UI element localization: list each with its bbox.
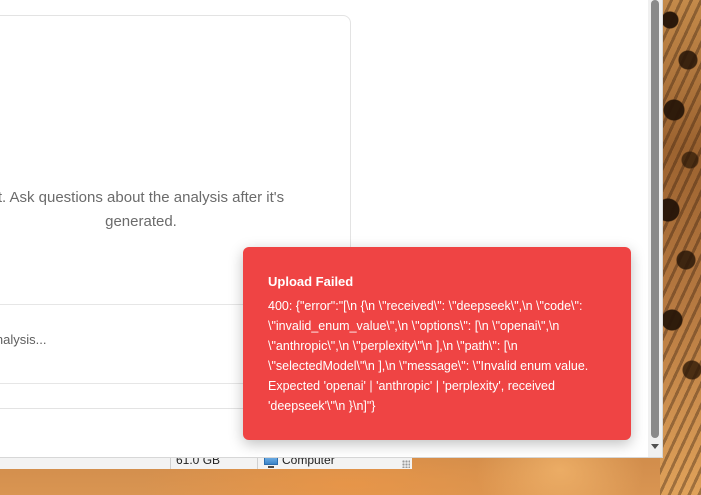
wallpaper-tree bbox=[660, 0, 701, 495]
resize-grip-icon[interactable] bbox=[402, 460, 410, 468]
error-toast[interactable]: Upload Failed 400: {"error":"[\n {\n \"r… bbox=[243, 247, 631, 440]
toast-message: 400: {"error":"[\n {\n \"received\": \"d… bbox=[268, 299, 589, 413]
chat-empty-message: t. Ask questions about the analysis afte… bbox=[0, 189, 285, 230]
chevron-down-icon[interactable] bbox=[651, 444, 659, 449]
vertical-scrollbar[interactable] bbox=[648, 0, 662, 457]
scrollbar-thumb[interactable] bbox=[651, 0, 659, 438]
toast-title: Upload Failed bbox=[268, 274, 354, 289]
